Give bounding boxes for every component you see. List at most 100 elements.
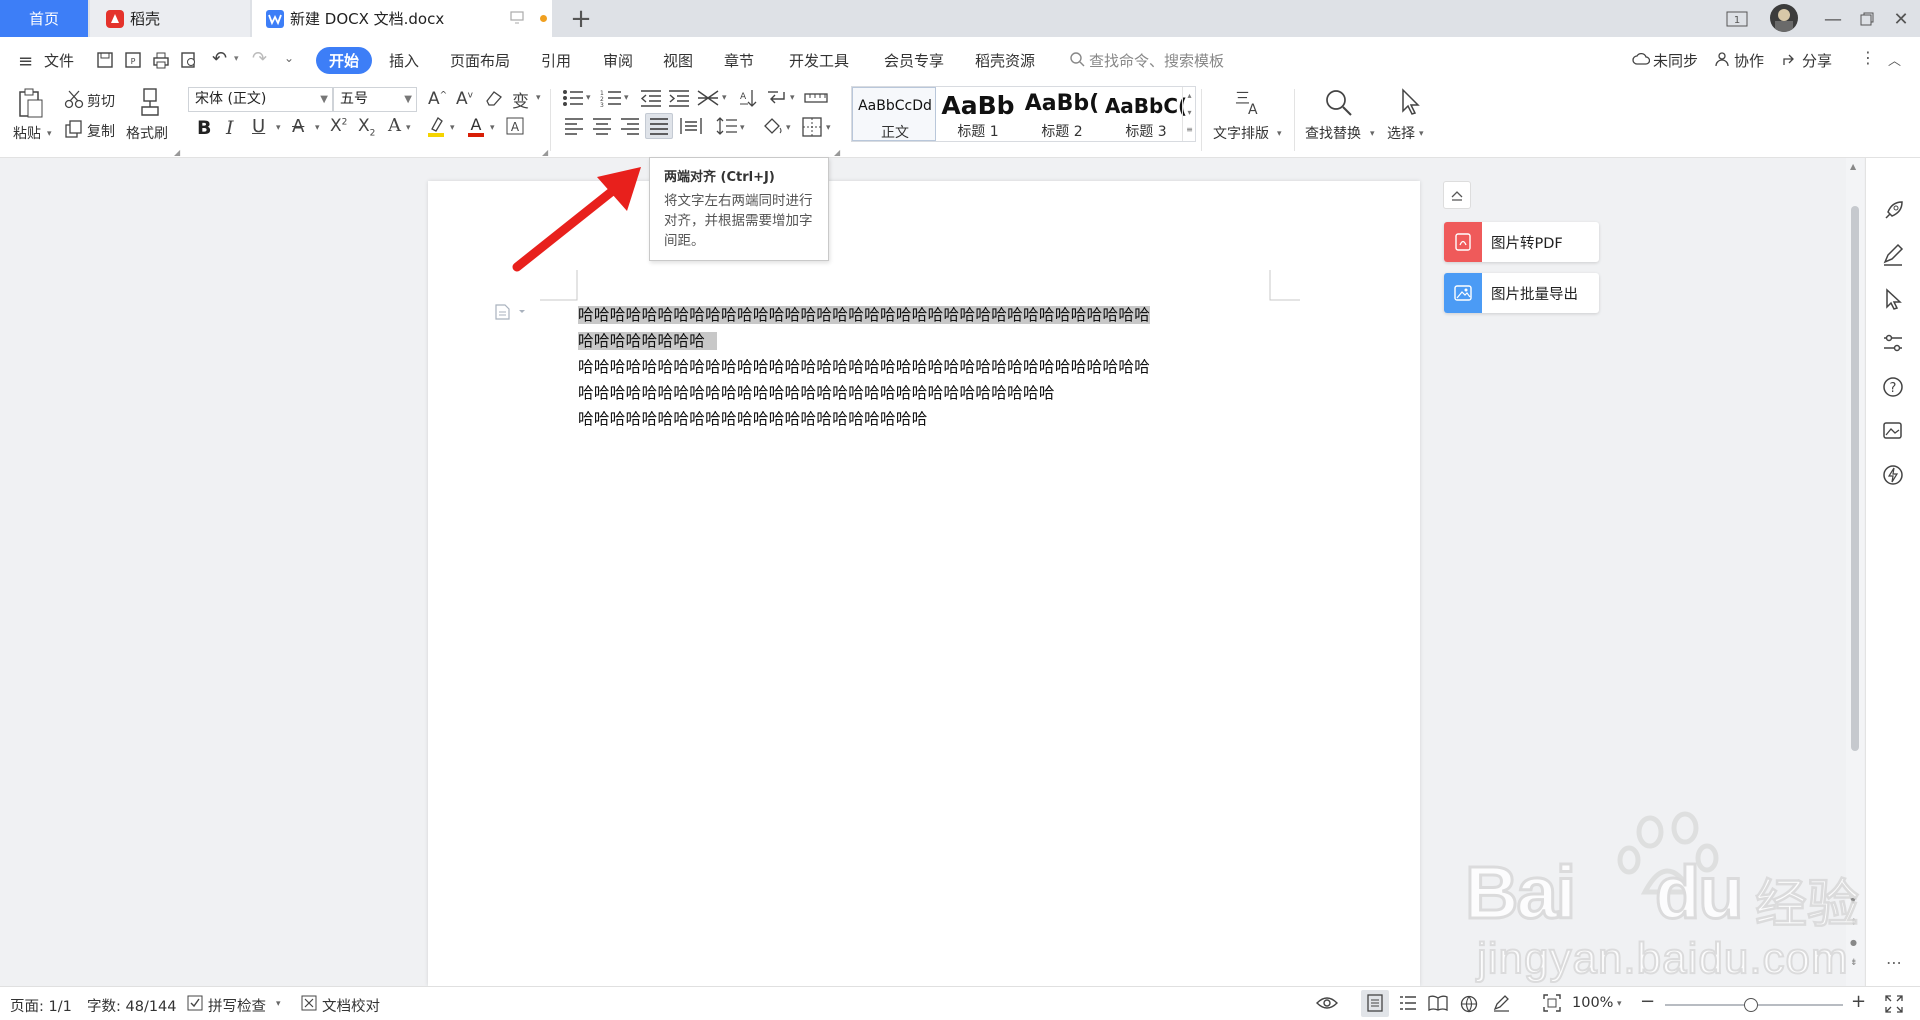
doc-line-4[interactable]: 哈哈哈哈哈哈哈哈哈哈哈哈哈哈哈哈哈哈哈哈哈哈哈哈哈哈哈哈哈哈 [578, 381, 1055, 403]
distributed-align-icon[interactable] [680, 117, 702, 135]
format-painter-icon[interactable] [138, 87, 162, 117]
copy-icon[interactable] [64, 119, 84, 139]
paste-button[interactable]: 粘贴 [13, 123, 41, 143]
tab-ruler-icon[interactable] [804, 89, 828, 107]
doc-line-1[interactable]: 哈哈哈哈哈哈哈哈哈哈哈哈哈哈哈哈哈哈哈哈哈哈哈哈哈哈哈哈哈哈哈哈哈哈哈哈 [578, 303, 1151, 325]
shading-dropdown-icon[interactable]: ▾ [786, 123, 791, 133]
selected-text[interactable]: 哈哈哈哈哈哈哈哈哈哈哈哈哈哈哈哈哈哈哈哈哈哈哈哈哈哈哈哈哈哈哈哈哈哈哈哈 [578, 306, 1151, 324]
increase-indent-icon[interactable] [668, 89, 690, 107]
image-tool-icon[interactable] [1880, 418, 1906, 444]
format-painter-button[interactable]: 格式刷 [126, 123, 168, 143]
outline-view-icon[interactable] [1399, 995, 1417, 1011]
shading-icon[interactable] [762, 116, 784, 136]
spellcheck-button[interactable]: 拼写检查 [208, 995, 266, 1016]
doc-line-5[interactable]: 哈哈哈哈哈哈哈哈哈哈哈哈哈哈哈哈哈哈哈哈哈哈 [578, 407, 928, 429]
char-border-icon[interactable]: A [506, 117, 524, 135]
tab-references[interactable]: 引用 [541, 50, 571, 71]
line-break-icon[interactable] [766, 89, 786, 107]
grow-font-icon[interactable]: A^ [428, 89, 447, 109]
clipboard-launcher-icon[interactable]: ◢ [174, 148, 180, 157]
font-name-select[interactable]: 宋体 (正文) ▼ [188, 87, 333, 112]
bullets-dropdown-icon[interactable]: ▾ [586, 93, 591, 103]
export-pdf-icon[interactable]: P [124, 51, 142, 69]
justify-button[interactable] [645, 113, 673, 139]
eye-protect-icon[interactable] [1316, 995, 1338, 1011]
more-menu-icon[interactable]: ⋮ [1860, 48, 1876, 67]
zoom-in-icon[interactable]: + [1851, 991, 1866, 1012]
reading-view-icon[interactable] [1428, 995, 1448, 1011]
numbering-dropdown-icon[interactable]: ▾ [624, 93, 629, 103]
tab-developer[interactable]: 开发工具 [789, 50, 849, 71]
command-search-input[interactable]: 查找命令、搜索模板 [1089, 50, 1224, 71]
phonetic-icon[interactable]: 变 [512, 87, 529, 112]
cloud-sync-icon[interactable] [1632, 51, 1650, 67]
sync-status[interactable]: 未同步 [1653, 50, 1698, 71]
select-button[interactable]: 选择 [1387, 123, 1415, 143]
italic-icon[interactable]: I [226, 117, 234, 139]
tab-daoke-resources[interactable]: 稻壳资源 [975, 50, 1035, 71]
style-heading-1[interactable]: AaBb 标题 1 [936, 87, 1020, 141]
spellcheck-dropdown-icon[interactable]: ▾ [276, 999, 281, 1009]
find-replace-icon[interactable] [1323, 87, 1353, 117]
tab-page-layout[interactable]: 页面布局 [450, 50, 510, 71]
clear-format-icon[interactable] [484, 89, 504, 107]
print-icon[interactable] [152, 51, 170, 69]
adjust-icon[interactable] [1880, 330, 1906, 356]
collapse-ribbon-icon[interactable]: ︿ [1888, 50, 1901, 69]
doc-line-2[interactable]: 哈哈哈哈哈哈哈哈 [578, 329, 718, 351]
paste-icon[interactable] [17, 87, 45, 119]
zoom-level[interactable]: 100% [1572, 995, 1613, 1011]
image-batch-export-card[interactable]: 图片批量导出 [1444, 273, 1599, 313]
bold-icon[interactable]: B [197, 117, 211, 139]
lightning-icon[interactable] [1880, 462, 1906, 488]
share-icon[interactable] [1782, 51, 1798, 67]
page-view-button[interactable] [1361, 990, 1389, 1017]
style-heading-3[interactable]: AaBbC( 标题 3 [1104, 87, 1188, 141]
text-layout-icon[interactable]: 三A [1233, 87, 1263, 117]
find-replace-button[interactable]: 查找替换 [1305, 123, 1361, 143]
new-tab-button[interactable]: + [566, 4, 596, 34]
find-replace-dropdown-icon[interactable]: ▾ [1370, 129, 1375, 139]
tab-member[interactable]: 会员专享 [884, 50, 944, 71]
shrink-font-icon[interactable]: Av [456, 89, 473, 109]
rocket-icon[interactable] [1880, 198, 1906, 224]
zoom-slider-thumb[interactable] [1744, 998, 1758, 1012]
line-break-dropdown-icon[interactable]: ▾ [790, 93, 795, 103]
borders-icon[interactable] [802, 117, 822, 137]
align-center-icon[interactable] [592, 117, 612, 135]
select-cursor-icon[interactable] [1397, 87, 1423, 117]
tab-view[interactable]: 视图 [663, 50, 693, 71]
font-color-icon[interactable]: A [466, 115, 486, 137]
word-count[interactable]: 字数: 48/144 [87, 995, 177, 1016]
underline-icon[interactable]: U [252, 116, 265, 137]
web-view-icon[interactable] [1460, 995, 1478, 1013]
proofread-button[interactable]: 文档校对 [322, 995, 380, 1016]
scroll-up-icon[interactable]: ▲ [1850, 162, 1856, 171]
avatar[interactable] [1770, 4, 1798, 32]
tab-daoke[interactable]: 稻壳 [90, 0, 250, 37]
minimize-icon[interactable]: — [1818, 6, 1848, 32]
style-normal[interactable]: AaBbCcDd 正文 [852, 87, 936, 141]
align-right-icon[interactable] [620, 117, 640, 135]
tab-start[interactable]: 开始 [316, 47, 372, 74]
menu-file[interactable]: 文件 [44, 50, 74, 71]
paragraph-launcher-icon[interactable]: ◢ [834, 148, 840, 157]
cursor-icon[interactable] [1880, 286, 1906, 312]
tab-document[interactable]: 新建 DOCX 文档.docx [252, 0, 552, 37]
write-mode-icon[interactable] [1492, 994, 1510, 1012]
doc-line-3[interactable]: 哈哈哈哈哈哈哈哈哈哈哈哈哈哈哈哈哈哈哈哈哈哈哈哈哈哈哈哈哈哈哈哈哈哈哈哈 [578, 355, 1150, 377]
highlight-icon[interactable] [426, 115, 446, 137]
strikethrough-icon[interactable]: A [292, 116, 304, 137]
subscript-icon[interactable]: X2 [358, 116, 375, 138]
select-dropdown-icon[interactable]: ▾ [1419, 129, 1424, 139]
zoom-dropdown-icon[interactable]: ▾ [1617, 999, 1622, 1009]
screen-icon[interactable] [510, 11, 524, 24]
collapse-panel-button[interactable] [1443, 181, 1471, 209]
copy-button[interactable]: 复制 [87, 121, 115, 141]
tab-review[interactable]: 审阅 [603, 50, 633, 71]
chinese-layout-icon[interactable] [696, 89, 720, 107]
cut-icon[interactable] [64, 89, 84, 109]
save-icon[interactable] [96, 51, 114, 69]
text-effect-dropdown-icon[interactable]: ▾ [406, 123, 411, 133]
font-size-select[interactable]: 五号 ▼ [333, 87, 417, 112]
